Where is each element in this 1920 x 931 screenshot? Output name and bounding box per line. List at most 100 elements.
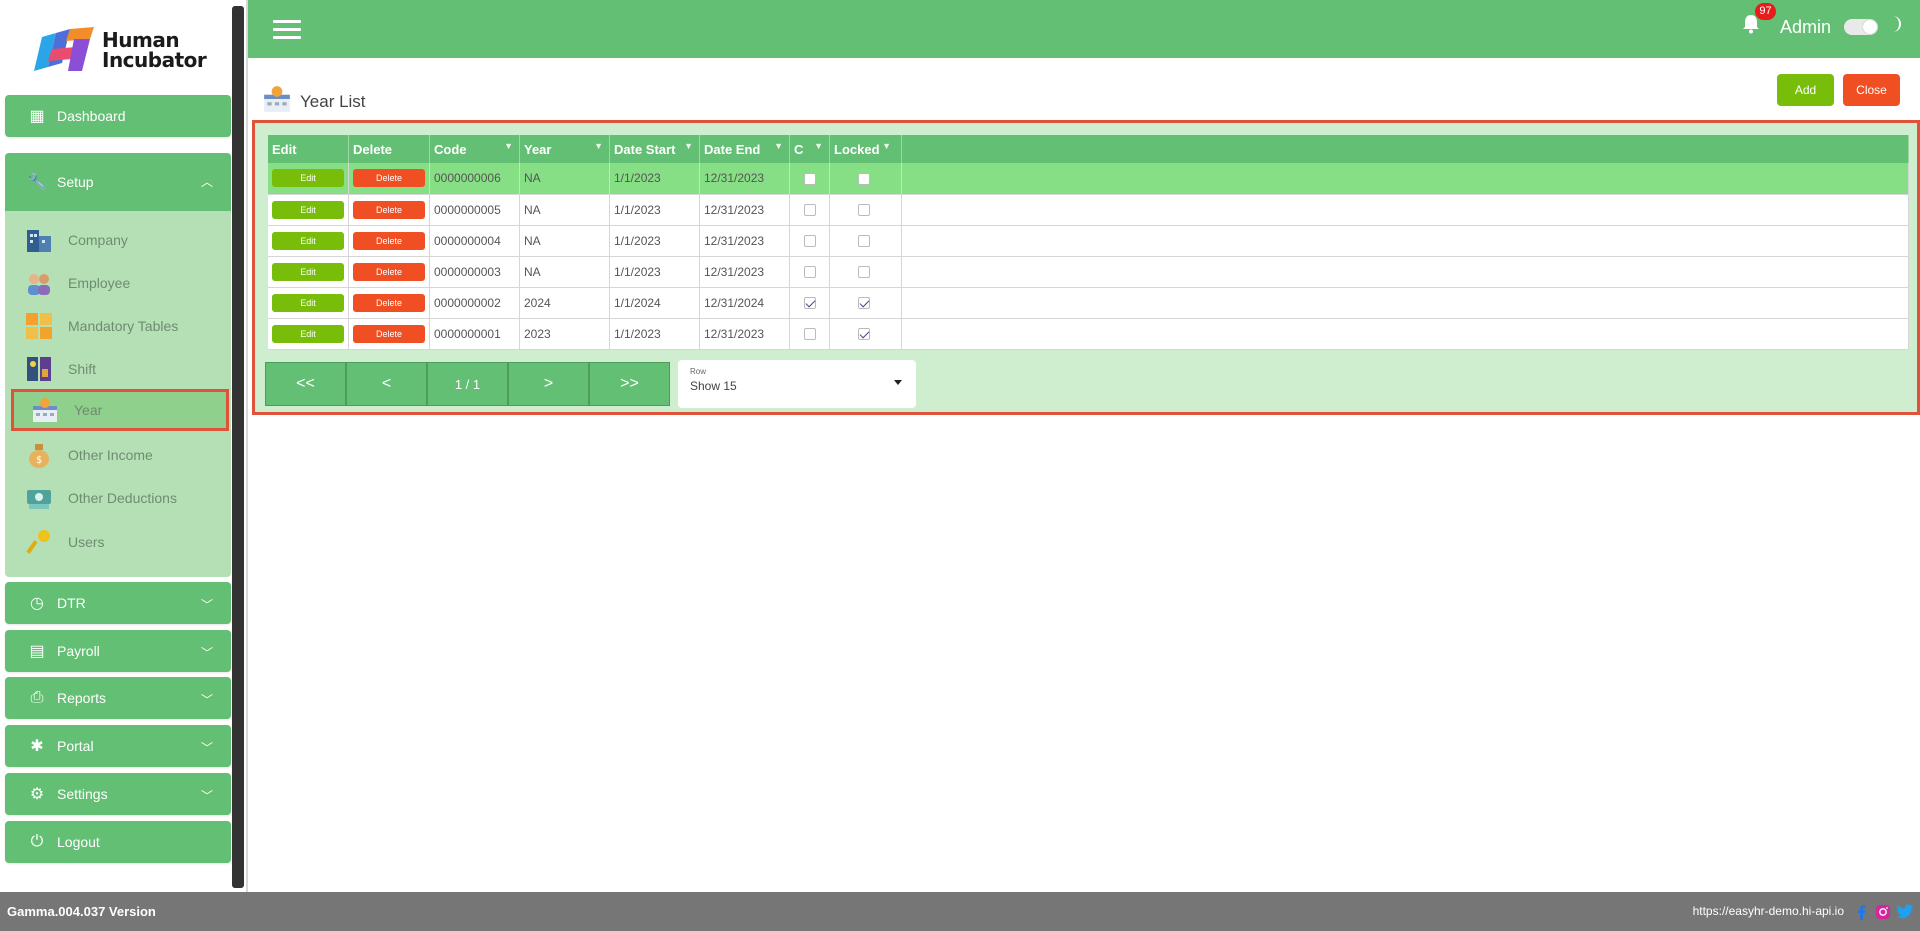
brand-logo[interactable]: Human Incubator [34, 26, 214, 74]
filter-icon[interactable]: ▼ [594, 141, 603, 151]
instagram-icon[interactable] [1874, 903, 1892, 920]
nav-payroll[interactable]: ▤ Payroll ﹀ [5, 630, 231, 672]
theme-toggle[interactable] [1844, 19, 1878, 35]
locked-checkbox[interactable] [858, 235, 870, 248]
delete-button[interactable]: Delete [353, 169, 425, 188]
year-cell: NA [519, 194, 610, 226]
sidebar-item-other-income[interactable]: $ Other Income [25, 437, 225, 473]
menu-icon[interactable] [273, 20, 301, 40]
table-row[interactable]: Edit Delete 0000000005 NA 1/1/2023 12/31/2023 [268, 194, 1909, 226]
c-checkbox[interactable] [804, 173, 816, 186]
locked-checkbox[interactable] [858, 297, 870, 310]
sidebar-item-other-deductions[interactable]: Other Deductions [25, 480, 225, 516]
year-cell: 2024 [519, 287, 610, 319]
locked-cell [829, 256, 902, 288]
building-icon [27, 230, 51, 252]
date-start-cell: 1/1/2023 [609, 163, 700, 195]
sidebar-scrollbar[interactable] [232, 6, 244, 888]
table-row[interactable]: Edit Delete 0000000002 2024 1/1/2024 12/31/20… [268, 287, 1909, 319]
c-checkbox[interactable] [804, 266, 816, 279]
c-checkbox[interactable] [804, 297, 816, 310]
nav-portal-label: Portal [57, 738, 94, 754]
chevron-down-icon: ﹀ [200, 789, 213, 803]
facebook-icon[interactable] [1852, 903, 1870, 920]
sidebar-item-users[interactable]: Users [25, 524, 225, 560]
sidebar-item-year[interactable]: Year [11, 389, 229, 431]
c-checkbox[interactable] [804, 235, 816, 248]
c-checkbox[interactable] [804, 204, 816, 217]
nav-dtr[interactable]: ◷ DTR ﹀ [5, 582, 231, 624]
table-row[interactable]: Edit Delete 0000000003 NA 1/1/2023 12/31/2023 [268, 256, 1909, 288]
c-cell [789, 287, 830, 319]
delete-button[interactable]: Delete [353, 200, 425, 219]
column-header-c[interactable]: C ▼ [789, 135, 830, 163]
column-header-year[interactable]: Year ▼ [519, 135, 610, 163]
chevron-down-icon: ﹀ [200, 646, 213, 660]
delete-button[interactable]: Delete [353, 324, 425, 343]
c-checkbox[interactable] [804, 328, 816, 341]
sidebar-item-employee[interactable]: Employee [25, 265, 225, 301]
date-end-cell: 12/31/2023 [699, 256, 790, 288]
column-header-locked[interactable]: Locked ▼ [829, 135, 902, 163]
c-cell [789, 225, 830, 257]
delete-button[interactable]: Delete [353, 293, 425, 312]
first-page-button[interactable]: << [265, 362, 346, 406]
sidebar-item-shift[interactable]: Shift [25, 351, 225, 387]
locked-checkbox[interactable] [858, 204, 870, 217]
sidebar-item-label: Employee [68, 275, 131, 291]
nav-reports-label: Reports [57, 690, 107, 706]
nav-settings[interactable]: ⚙ Settings ﹀ [5, 773, 231, 815]
chevron-down-icon: ﹀ [200, 598, 213, 612]
nav-setup[interactable]: 🔧 Setup ︿ [5, 153, 231, 211]
table-row[interactable]: Edit Delete 0000000001 2023 1/1/2023 12/31/20… [268, 318, 1909, 350]
nav-logout[interactable]: ⏻ Logout [5, 821, 231, 863]
locked-checkbox[interactable] [858, 173, 870, 186]
close-button[interactable]: Close [1843, 74, 1900, 106]
last-page-button[interactable]: >> [589, 362, 670, 406]
column-header-code[interactable]: Code ▼ [429, 135, 520, 163]
social-links [1852, 903, 1914, 920]
date-start-cell: 1/1/2023 [609, 225, 700, 257]
key-icon [26, 530, 50, 554]
table-row[interactable]: Edit Delete 0000000004 NA 1/1/2023 12/31/2023 [268, 225, 1909, 257]
delete-button[interactable]: Delete [353, 262, 425, 281]
c-cell [789, 163, 830, 195]
edit-button[interactable]: Edit [272, 293, 344, 312]
page-header: Year List [262, 80, 366, 114]
filter-icon[interactable]: ▼ [814, 141, 823, 151]
next-page-button[interactable]: > [508, 362, 589, 406]
filter-icon[interactable]: ▼ [504, 141, 513, 151]
table-row[interactable]: Edit Delete 0000000006 NA 1/1/2023 12/31/2023 [268, 163, 1909, 195]
sidebar-item-mandatory-tables[interactable]: Mandatory Tables [25, 308, 225, 344]
nav-reports[interactable]: ⎙ Reports ﹀ [5, 677, 231, 719]
sidebar-item-company[interactable]: Company [25, 222, 225, 258]
logo-mark-icon [34, 27, 94, 71]
user-name[interactable]: Admin [1780, 17, 1831, 38]
shift-icon [27, 357, 51, 381]
delete-button[interactable]: Delete [353, 231, 425, 250]
edit-button[interactable]: Edit [272, 169, 344, 188]
edit-button[interactable]: Edit [272, 231, 344, 250]
year-cell: NA [519, 256, 610, 288]
filler-cell [901, 256, 1909, 288]
filter-icon[interactable]: ▼ [684, 141, 693, 151]
add-button[interactable]: Add [1777, 74, 1834, 106]
prev-page-button[interactable]: < [346, 362, 427, 406]
edit-button[interactable]: Edit [272, 200, 344, 219]
edit-button[interactable]: Edit [272, 262, 344, 281]
locked-checkbox[interactable] [858, 328, 870, 341]
nav-portal[interactable]: ✱ Portal ﹀ [5, 725, 231, 767]
nav-dashboard[interactable]: ▦ Dashboard [5, 95, 231, 137]
column-header-date-end[interactable]: Date End ▼ [699, 135, 790, 163]
filter-icon[interactable]: ▼ [882, 141, 891, 151]
date-start-cell: 1/1/2023 [609, 318, 700, 350]
filter-icon[interactable]: ▼ [774, 141, 783, 151]
clock-icon: ◷ [30, 595, 44, 612]
twitter-icon[interactable] [1896, 903, 1914, 920]
edit-button[interactable]: Edit [272, 324, 344, 343]
site-url[interactable]: https://easyhr-demo.hi-api.io [1693, 904, 1844, 918]
payroll-icon: ▤ [29, 643, 45, 660]
column-header-date-start[interactable]: Date Start ▼ [609, 135, 700, 163]
locked-checkbox[interactable] [858, 266, 870, 279]
rows-per-page-select[interactable]: Row Show 15 [678, 360, 916, 408]
